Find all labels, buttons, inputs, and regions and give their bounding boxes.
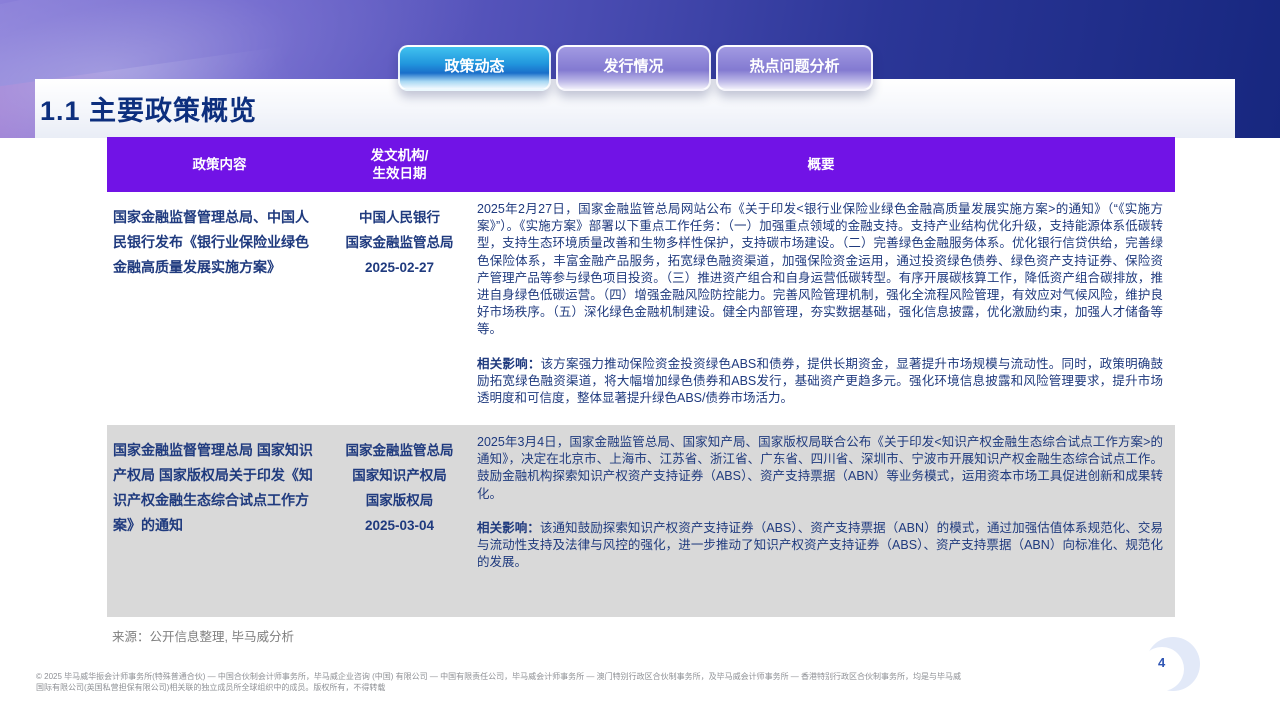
policy-content-cell: 国家金融监督管理总局、中国人民银行发布《银行业保险业绿色金融高质量发展实施方案》 [107,192,332,425]
header-summary: 概要 [467,137,1175,192]
source-note: 来源：公开信息整理, 毕马威分析 [112,626,294,645]
tab-label: 政策动态 [444,55,504,76]
impact-paragraph: 相关影响：该通知鼓励探索知识产权资产支持证券（ABS）、资产支持票据（ABN）的… [477,520,1163,572]
summary-cell: 2025年3月4日，国家金融监管总局、国家知产局、国家版权局联合公布《关于印发<… [467,425,1175,617]
summary-cell: 2025年2月27日，国家金融监管总局网站公布《关于印发<银行业保险业绿色金融高… [467,192,1175,425]
tab-label: 热点问题分析 [749,55,839,76]
tab-policy-updates[interactable]: 政策动态 [398,45,551,91]
impact-text: 该方案强力推动保险资金投资绿色ABS和债券，提供长期资金，显著提升市场规模与流动… [477,357,1163,405]
impact-label: 相关影响： [477,357,541,371]
summary-text: 2025年3月4日，国家金融监管总局、国家知产局、国家版权局联合公布《关于印发<… [477,434,1163,503]
page-title: 1.1 主要政策概览 [35,89,257,128]
section-tabs: 政策动态 发行情况 热点问题分析 [398,45,873,105]
impact-paragraph: 相关影响：该方案强力推动保险资金投资绿色ABS和债券，提供长期资金，显著提升市场… [477,356,1163,408]
summary-text: 2025年2月27日，国家金融监管总局网站公布《关于印发<银行业保险业绿色金融高… [477,201,1163,339]
tab-hot-topics-analysis[interactable]: 热点问题分析 [716,45,873,91]
page-number: 4 [1158,655,1165,670]
issuer-date-cell: 国家金融监管总局 国家知识产权局 国家版权局 2025-03-04 [332,425,467,617]
policy-content-cell: 国家金融监督管理总局 国家知识产权局 国家版权局关于印发《知识产权金融生态综合试… [107,425,332,617]
copyright-line-2: 国际有限公司(英国私营担保有限公司)相关联的独立成员所全球组织中的成员。版权所有… [36,682,1121,693]
table-row: 国家金融监督管理总局 国家知识产权局 国家版权局关于印发《知识产权金融生态综合试… [107,425,1175,617]
copyright-line-1: © 2025 毕马威华振会计师事务所(特殊普通合伙) — 中国合伙制会计师事务所… [36,671,1121,682]
tab-label: 发行情况 [603,55,663,76]
policy-table: 政策内容 发文机构/ 生效日期 概要 国家金融监督管理总局、中国人民银行发布《银… [107,137,1175,617]
copyright-notice: © 2025 毕马威华振会计师事务所(特殊普通合伙) — 中国合伙制会计师事务所… [36,671,1121,693]
impact-label: 相关影响： [477,521,540,535]
header-issuer-date: 发文机构/ 生效日期 [332,137,467,192]
page-number-decoration: 4 [1140,635,1200,695]
table-row: 国家金融监督管理总局、中国人民银行发布《银行业保险业绿色金融高质量发展实施方案》… [107,192,1175,425]
header-policy-content: 政策内容 [107,137,332,192]
issuer-date-cell: 中国人民银行 国家金融监管总局 2025-02-27 [332,192,467,425]
tab-issuance-status[interactable]: 发行情况 [556,45,711,91]
impact-text: 该通知鼓励探索知识产权资产支持证券（ABS）、资产支持票据（ABN）的模式，通过… [477,521,1163,569]
table-header-row: 政策内容 发文机构/ 生效日期 概要 [107,137,1175,192]
